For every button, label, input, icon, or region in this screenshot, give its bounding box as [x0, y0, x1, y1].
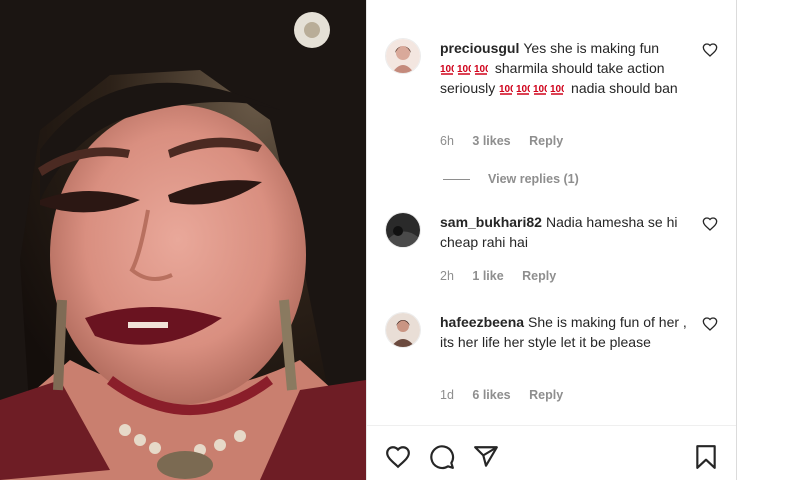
hundred-points-emoji-icon: 100: [499, 84, 513, 95]
comment-likes[interactable]: 6 likes: [472, 388, 510, 402]
comment-likes[interactable]: 3 likes: [472, 134, 510, 148]
comment-meta: 2h 1 like Reply: [440, 269, 571, 283]
heart-icon[interactable]: [385, 444, 411, 470]
comment-text: hafeezbeena She is making fun of her , it…: [440, 312, 690, 352]
comment-text: preciousgul Yes she is making fun 100 100 1…: [440, 38, 690, 98]
reply-button[interactable]: Reply: [529, 134, 563, 148]
comment-body-part: nadia should ban: [571, 80, 678, 96]
hundred-points-emoji-icon: 100: [550, 84, 564, 95]
avatar[interactable]: [385, 212, 421, 248]
hundred-points-emoji-icon: 100: [533, 84, 547, 95]
divider-line: [443, 178, 470, 180]
reply-button[interactable]: Reply: [529, 388, 563, 402]
hundred-points-emoji-icon: 100: [516, 84, 530, 95]
post-image: [0, 0, 366, 480]
comment-likes[interactable]: 1 like: [472, 269, 503, 283]
comment-time[interactable]: 6h: [440, 134, 454, 148]
comment-username[interactable]: preciousgul: [440, 40, 519, 56]
heart-icon[interactable]: [702, 216, 718, 232]
view-replies-button[interactable]: View replies (1): [443, 172, 579, 186]
comment-body-part: Yes she is making fun: [523, 40, 660, 56]
comment-text: sam_bukhari82 Nadia hamesha se hi cheap r…: [440, 212, 690, 252]
avatar[interactable]: [385, 38, 421, 74]
share-icon[interactable]: [473, 444, 499, 470]
comment-time[interactable]: 2h: [440, 269, 454, 283]
page-background: [737, 0, 800, 480]
avatar[interactable]: [385, 312, 421, 348]
reply-button[interactable]: Reply: [522, 269, 556, 283]
hundred-points-emoji-icon: 100: [474, 64, 488, 75]
comment-meta: 6h 3 likes Reply: [440, 134, 578, 148]
post-media[interactable]: [0, 0, 366, 480]
bookmark-icon[interactable]: [693, 444, 719, 470]
view-replies-label: View replies (1): [488, 172, 579, 186]
action-bar: [367, 425, 736, 481]
heart-icon[interactable]: [702, 316, 718, 332]
comment-meta: 1d 6 likes Reply: [440, 388, 578, 402]
hundred-points-emoji-icon: 100: [457, 64, 471, 75]
comment-time[interactable]: 1d: [440, 388, 454, 402]
comments-panel: preciousgul Yes she is making fun 100 100 1…: [367, 0, 736, 480]
comment-username[interactable]: hafeezbeena: [440, 314, 524, 330]
comment-username[interactable]: sam_bukhari82: [440, 214, 542, 230]
comment-icon[interactable]: [429, 444, 455, 470]
heart-icon[interactable]: [702, 42, 718, 58]
hundred-points-emoji-icon: 100: [440, 64, 454, 75]
